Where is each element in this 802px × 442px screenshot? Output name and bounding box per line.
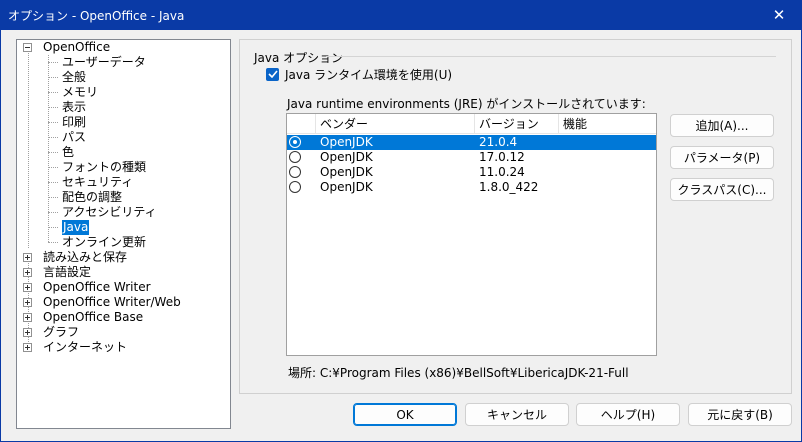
- column-header-vendor[interactable]: ベンダー: [316, 114, 475, 134]
- help-button[interactable]: ヘルプ(H): [576, 403, 680, 426]
- options-tree[interactable]: OpenOffice ユーザーデータ 全般 メモリ 表示 印刷 パス色フォントの種類 セキュ…: [16, 39, 231, 429]
- tree-item-label: 読み込みと保存: [43, 250, 128, 264]
- tree-item-label: Java: [62, 220, 90, 235]
- jre-location: 場所: C:¥Program Files (x86)¥BellSoft¥Libe…: [288, 366, 629, 380]
- add-button[interactable]: 追加(A)...: [670, 114, 774, 137]
- tree-item-label: パス: [62, 130, 87, 144]
- tree-item-label: アクセシビリティ: [62, 205, 157, 219]
- tree-item-label: メモリ: [62, 85, 99, 99]
- classpath-button[interactable]: クラスパス(C)...: [670, 178, 774, 201]
- use-jre-checkbox[interactable]: [266, 67, 279, 81]
- jre-cell-version: 11.0.24: [479, 165, 525, 179]
- tree-item-label: OpenOffice Base: [43, 310, 144, 324]
- jre-radio[interactable]: [289, 181, 301, 193]
- jre-radio[interactable]: [289, 151, 301, 163]
- jre-row[interactable]: OpenJDK 17.0.12: [287, 150, 656, 165]
- jre-radio[interactable]: [289, 166, 301, 178]
- tree-item-label: オンライン更新: [62, 235, 147, 249]
- tree-guide: [48, 197, 58, 198]
- expand-icon[interactable]: [23, 283, 32, 292]
- tree-item-label: 表示: [62, 100, 87, 114]
- tree-guide: [48, 92, 58, 93]
- jre-cell-version: 21.0.4: [479, 135, 518, 149]
- expand-icon[interactable]: [23, 343, 32, 352]
- jre-row[interactable]: OpenJDK 21.0.4: [287, 135, 656, 150]
- jre-cell-version: 17.0.12: [479, 150, 525, 164]
- jre-list-header: ベンダー バージョン 機能: [287, 114, 656, 134]
- title-bar: オプション - OpenOffice - Java ✕: [0, 0, 802, 30]
- tree-item-label: OpenOffice: [43, 40, 111, 54]
- tree-guide: [48, 77, 58, 78]
- jre-radio[interactable]: [289, 136, 301, 148]
- jre-cell-vendor: OpenJDK: [320, 165, 373, 179]
- tree-item-label: 言語設定: [43, 265, 92, 279]
- tree-guide: [48, 107, 58, 108]
- tree-item-label: 印刷: [62, 115, 87, 129]
- parameters-button[interactable]: パラメータ(P): [670, 146, 774, 169]
- jre-cell-vendor: OpenJDK: [320, 180, 373, 194]
- jre-cell-vendor: OpenJDK: [320, 135, 373, 149]
- tree-item-label: 色: [62, 145, 75, 159]
- use-jre-label: Java ランタイム環境を使用(U): [285, 67, 453, 82]
- tree-guide: [48, 212, 58, 213]
- tree-guide: [48, 62, 58, 63]
- tree-item-label: セキュリティ: [62, 175, 134, 189]
- tree-guide: [48, 167, 58, 168]
- window-title: オプション - OpenOffice - Java: [8, 9, 185, 23]
- tree-item-label: OpenOffice Writer/Web: [43, 295, 181, 309]
- expand-icon[interactable]: [23, 253, 32, 262]
- checkmark-icon: [267, 70, 278, 78]
- tree-guide: [48, 227, 58, 228]
- section-divider: [326, 56, 776, 57]
- jre-list[interactable]: ベンダー バージョン 機能 OpenJDK 21.0.4 OpenJDK 17.0.1…: [286, 113, 657, 356]
- tree-item-label: フォントの種類: [62, 160, 147, 174]
- tree-guide: [48, 137, 58, 138]
- tree-item-label: 全般: [62, 70, 87, 84]
- jre-caption: Java runtime environments (JRE) がインストールさ…: [287, 97, 646, 111]
- expand-icon[interactable]: [23, 268, 32, 277]
- jre-row[interactable]: OpenJDK 1.8.0_422: [287, 180, 656, 195]
- tree-guide: [48, 122, 58, 123]
- tree-item-label: OpenOffice Writer: [43, 280, 151, 294]
- tree-item-label: 配色の調整: [62, 190, 123, 204]
- tree-guide: [48, 55, 49, 242]
- expand-icon[interactable]: [23, 328, 32, 337]
- jre-cell-vendor: OpenJDK: [320, 150, 373, 164]
- cancel-button[interactable]: キャンセル: [465, 403, 569, 426]
- tree-item-label: ユーザーデータ: [62, 55, 146, 69]
- dialog-body: OpenOffice ユーザーデータ 全般 メモリ 表示 印刷 パス色フォントの種類 セキュ…: [0, 30, 802, 442]
- tree-item-label: インターネット: [43, 340, 128, 354]
- jre-cell-version: 1.8.0_422: [479, 180, 539, 194]
- column-header-features[interactable]: 機能: [559, 114, 656, 134]
- close-icon: ✕: [772, 6, 786, 24]
- section-title: Java オプション: [254, 51, 344, 65]
- tree-guide: [48, 182, 58, 183]
- tree-guide: [48, 152, 58, 153]
- use-jre-checkbox-row[interactable]: Java ランタイム環境を使用(U): [266, 66, 452, 82]
- tree-guide: [28, 53, 29, 248]
- column-header-version[interactable]: バージョン: [475, 114, 559, 134]
- header-radio-column: [287, 114, 316, 134]
- ok-button[interactable]: OK: [353, 403, 457, 426]
- collapse-icon[interactable]: [23, 43, 32, 52]
- tree-item-label: グラフ: [43, 325, 80, 339]
- expand-icon[interactable]: [23, 313, 32, 322]
- tree-guide: [48, 242, 58, 243]
- revert-button[interactable]: 元に戻す(B): [688, 403, 792, 426]
- close-button[interactable]: ✕: [756, 0, 802, 30]
- jre-row[interactable]: OpenJDK 11.0.24: [287, 165, 656, 180]
- expand-icon[interactable]: [23, 298, 32, 307]
